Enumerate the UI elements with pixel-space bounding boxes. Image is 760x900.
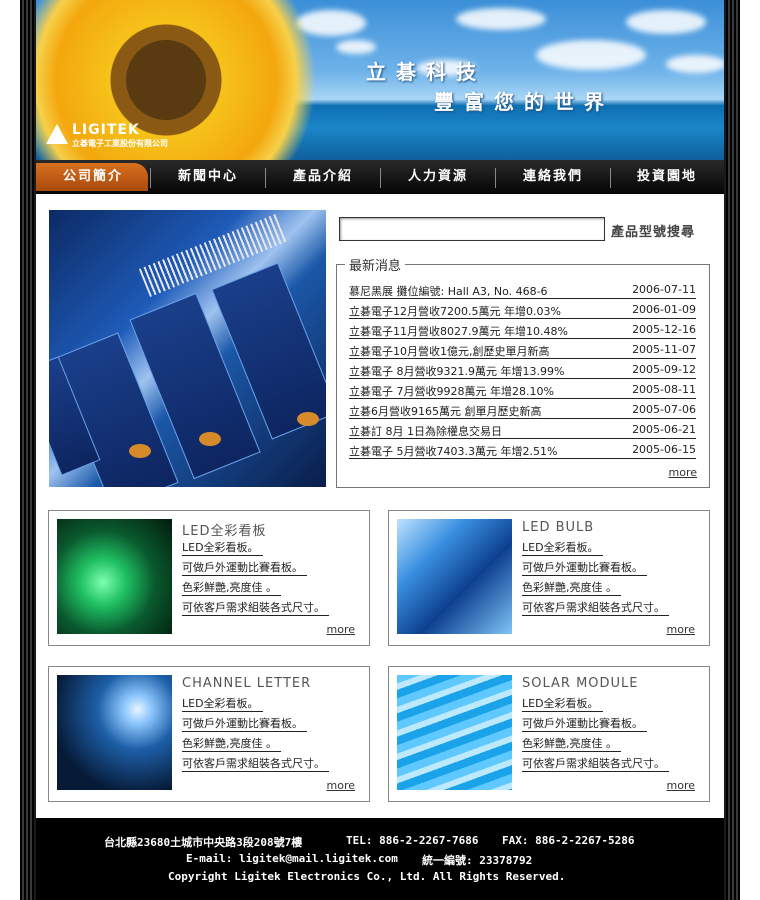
product-feature-link[interactable]: LED全彩看板。 <box>522 539 603 556</box>
nav-item-products[interactable]: 產品介紹 <box>266 160 380 194</box>
product-feature-link[interactable]: 可依客戶需求組裝各式尺寸。 <box>182 755 329 772</box>
news-title: 立碁電子11月營收8027.9萬元 年增10.48% <box>349 325 568 338</box>
news-title: 立碁電子 7月營收9928萬元 年增28.10% <box>349 385 554 398</box>
news-date: 2006-01-09 <box>632 303 696 316</box>
news-title: 立碁電子12月營收7200.5萬元 年增0.03% <box>349 305 561 318</box>
news-item[interactable]: 立碁電子11月營收8027.9萬元 年增10.48% 2005-12-16 <box>349 322 696 339</box>
news-item[interactable]: 立碁訂 8月 1日為除權息交易日 2005-06-21 <box>349 422 696 439</box>
news-item[interactable]: 立碁電子 8月營收9321.9萬元 年增13.99% 2005-09-12 <box>349 362 696 379</box>
product-card-channel-letter: CHANNEL LETTER LED全彩看板。 可做戶外運動比賽看板。 色彩鮮艷… <box>48 666 370 802</box>
news-title: 立碁電子 5月營收7403.3萬元 年增2.51% <box>349 445 558 458</box>
footer-tax-id: 統一編號: 23378792 <box>422 854 533 867</box>
footer-email[interactable]: E-mail: ligitek@mail.ligitek.com <box>186 852 398 865</box>
product-image[interactable] <box>397 519 512 634</box>
product-title: LED BULB <box>522 520 595 535</box>
news-title: 慕尼黑展 攤位編號: Hall A3, No. 468-6 <box>349 285 548 298</box>
nav-item-investors[interactable]: 投資園地 <box>610 160 724 194</box>
product-feature-link[interactable]: 色彩鮮艷,亮度佳 。 <box>522 579 621 596</box>
product-search-input[interactable] <box>339 217 605 241</box>
product-feature-link[interactable]: 可做戶外運動比賽看板。 <box>182 715 307 732</box>
news-item[interactable]: 立碁電子 7月營收9928萬元 年增28.10% 2005-08-11 <box>349 382 696 399</box>
banner-slogan-line1: 立碁科技 <box>366 60 486 84</box>
product-title: LED全彩看板 <box>182 524 267 539</box>
nav-item-contact[interactable]: 連絡我們 <box>496 160 610 194</box>
news-date: 2006-07-11 <box>632 283 696 296</box>
news-item[interactable]: 立碁電子 5月營收7403.3萬元 年增2.51% 2005-06-15 <box>349 442 696 459</box>
nav-item-about[interactable]: 公司簡介 <box>36 160 150 194</box>
news-date: 2005-06-21 <box>632 423 696 436</box>
news-date: 2005-08-11 <box>632 383 696 396</box>
product-more-link[interactable]: more <box>327 779 356 792</box>
logo-triangle-icon <box>46 124 68 144</box>
footer-fax: FAX: 886-2-2267-5286 <box>502 834 635 847</box>
product-more-link[interactable]: more <box>667 779 696 792</box>
news-title: 立碁電子 8月營收9321.9萬元 年增13.99% <box>349 365 565 378</box>
product-card-led-bulb: LED BULB LED全彩看板。 可做戶外運動比賽看板。 色彩鮮艷,亮度佳 。… <box>388 510 710 646</box>
product-image[interactable] <box>57 675 172 790</box>
product-card-solar-module: SOLAR MODULE LED全彩看板。 可做戶外運動比賽看板。 色彩鮮艷,亮… <box>388 666 710 802</box>
news-date: 2005-07-06 <box>632 403 696 416</box>
product-feature-link[interactable]: 色彩鮮艷,亮度佳 。 <box>182 735 281 752</box>
news-title: 立碁訂 8月 1日為除權息交易日 <box>349 425 502 438</box>
company-logo[interactable]: LIGITEK 立碁電子工業股份有限公司 <box>46 122 196 152</box>
news-item[interactable]: 立碁6月營收9165萬元 創單月歷史新高 2005-07-06 <box>349 402 696 419</box>
product-feature-link[interactable]: 色彩鮮艷,亮度佳 。 <box>182 579 281 596</box>
news-heading: 最新消息 <box>345 255 406 274</box>
footer-tel: TEL: 886-2-2267-7686 <box>346 834 479 847</box>
product-feature-link[interactable]: 可依客戶需求組裝各式尺寸。 <box>522 599 669 616</box>
footer-copyright: Copyright Ligitek Electronics Co., Ltd. … <box>168 870 566 883</box>
news-more-link[interactable]: more <box>669 466 698 479</box>
news-item[interactable]: 慕尼黑展 攤位編號: Hall A3, No. 468-6 2006-07-11 <box>349 282 696 299</box>
header-banner: 立碁科技 豐富您的世界 LIGITEK 立碁電子工業股份有限公司 <box>36 0 724 160</box>
news-item[interactable]: 立碁電子12月營收7200.5萬元 年增0.03% 2006-01-09 <box>349 302 696 319</box>
product-feature-link[interactable]: LED全彩看板。 <box>182 539 263 556</box>
product-image[interactable] <box>57 519 172 634</box>
product-feature-link[interactable]: LED全彩看板。 <box>522 695 603 712</box>
product-more-link[interactable]: more <box>327 623 356 636</box>
footer: 台北縣23680土城市中央路3段208號7樓 TEL: 886-2-2267-7… <box>36 818 724 900</box>
product-feature-link[interactable]: LED全彩看板。 <box>182 695 263 712</box>
news-item[interactable]: 立碁電子10月營收1億元,創歷史單月新高 2005-11-07 <box>349 342 696 359</box>
news-date: 2005-09-12 <box>632 363 696 376</box>
page: 立碁科技 豐富您的世界 LIGITEK 立碁電子工業股份有限公司 公司簡介 新聞… <box>36 0 724 900</box>
news-date: 2005-06-15 <box>632 443 696 456</box>
nav-item-careers[interactable]: 人力資源 <box>381 160 495 194</box>
news-date: 2005-12-16 <box>632 323 696 336</box>
news-title: 立碁6月營收9165萬元 創單月歷史新高 <box>349 405 542 418</box>
logo-name: LIGITEK <box>72 122 140 138</box>
nav-item-news[interactable]: 新聞中心 <box>151 160 265 194</box>
product-feature-link[interactable]: 可依客戶需求組裝各式尺寸。 <box>182 599 329 616</box>
main-nav: 公司簡介 新聞中心 產品介紹 人力資源 連絡我們 投資園地 <box>36 160 724 194</box>
product-feature-link[interactable]: 色彩鮮艷,亮度佳 。 <box>522 735 621 752</box>
product-feature-link[interactable]: 可做戶外運動比賽看板。 <box>522 715 647 732</box>
product-search-button[interactable]: 產品型號搜尋 <box>611 221 695 240</box>
product-title: CHANNEL LETTER <box>182 676 312 691</box>
banner-slogan-line2: 豐富您的世界 <box>434 90 614 114</box>
product-title: SOLAR MODULE <box>522 676 639 691</box>
news-date: 2005-11-07 <box>632 343 696 356</box>
main-content: 產品型號搜尋 最新消息 慕尼黑展 攤位編號: Hall A3, No. 468-… <box>36 194 724 818</box>
news-title: 立碁電子10月營收1億元,創歷史單月新高 <box>349 345 550 358</box>
product-more-link[interactable]: more <box>667 623 696 636</box>
product-feature-link[interactable]: 可做戶外運動比賽看板。 <box>522 559 647 576</box>
news-panel: 最新消息 慕尼黑展 攤位編號: Hall A3, No. 468-6 2006-… <box>336 255 710 488</box>
product-feature-link[interactable]: 可依客戶需求組裝各式尺寸。 <box>522 755 669 772</box>
product-image[interactable] <box>397 675 512 790</box>
footer-address: 台北縣23680土城市中央路3段208號7樓 <box>104 836 303 849</box>
product-card-led-display: LED全彩看板 LED全彩看板。 可做戶外運動比賽看板。 色彩鮮艷,亮度佳 。 … <box>48 510 370 646</box>
logo-company-name: 立碁電子工業股份有限公司 <box>72 139 168 148</box>
circuit-board-image <box>49 210 326 487</box>
product-feature-link[interactable]: 可做戶外運動比賽看板。 <box>182 559 307 576</box>
